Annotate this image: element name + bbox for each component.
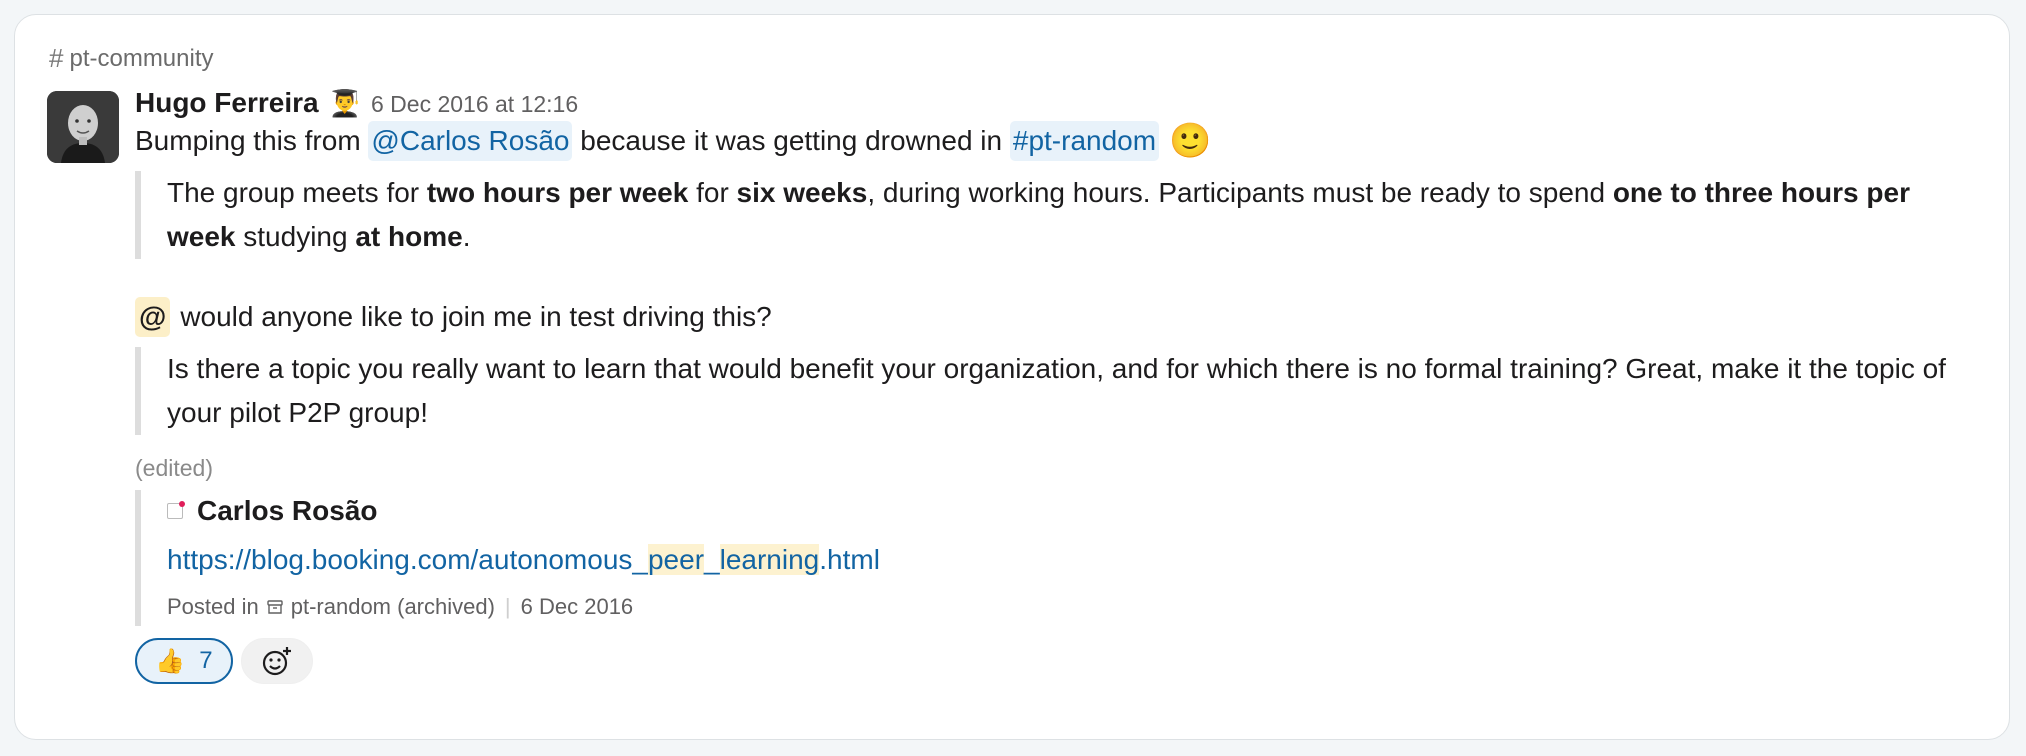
- channel-link[interactable]: #pt-random: [1009, 121, 1160, 161]
- separator: |: [504, 594, 511, 619]
- status-emoji[interactable]: 👨‍🎓: [329, 88, 361, 119]
- smiley-emoji: 🙂: [1169, 122, 1212, 160]
- quote-text: The group meets for: [167, 177, 427, 208]
- edited-label: (edited): [135, 455, 213, 481]
- archive-icon: [267, 600, 283, 614]
- intro-prefix: Bumping this from: [135, 125, 369, 156]
- group-mention[interactable]: @: [135, 297, 171, 337]
- intro-middle: because it was getting drowned in: [572, 125, 1010, 156]
- quote-text: .: [462, 221, 471, 252]
- quote-bold: six weeks: [736, 177, 868, 208]
- attachment-author: Carlos Rosão: [167, 490, 1975, 532]
- channel-name: pt-community: [69, 44, 214, 72]
- message-header: Hugo Ferreira 👨‍🎓 6 Dec 2016 at 12:16: [135, 87, 1975, 123]
- posted-date: 6 Dec 2016: [520, 594, 634, 619]
- add-emoji-icon: [262, 647, 291, 676]
- posted-in-label: Posted in: [167, 594, 259, 619]
- attachment-link[interactable]: https://blog.booking.com/autonomous_peer…: [167, 540, 1975, 580]
- message-intro: Bumping this from @Carlos Rosão because …: [135, 121, 1975, 161]
- link-highlight: peer: [647, 544, 705, 575]
- question-text: would anyone like to join me in test dri…: [180, 301, 772, 332]
- posted-channel[interactable]: pt-random (archived): [291, 594, 495, 620]
- reactions-bar: 👍 7: [135, 638, 1975, 684]
- channel-header[interactable]: # pt-community: [49, 43, 214, 74]
- reaction-count: 7: [199, 647, 213, 674]
- link-text: https://blog.booking.com/autonomous_: [167, 544, 648, 575]
- link-text: _: [704, 544, 720, 575]
- thumbsup-emoji: 👍: [155, 647, 186, 675]
- reaction-thumbsup[interactable]: 👍 7: [135, 638, 233, 684]
- avatar[interactable]: [47, 91, 119, 163]
- add-reaction-button[interactable]: [241, 638, 313, 684]
- timestamp[interactable]: 6 Dec 2016 at 12:16: [371, 91, 578, 118]
- message-question: @ would anyone like to join me in test d…: [135, 297, 1975, 337]
- attachment-author-name: Carlos Rosão: [197, 495, 378, 526]
- link-highlight: learning: [719, 544, 820, 575]
- author-name[interactable]: Hugo Ferreira: [135, 87, 319, 119]
- message-card: # pt-community Hugo Ferreira 👨‍🎓 6 Dec 2…: [14, 14, 2010, 740]
- blockquote-2: Is there a topic you really want to lear…: [135, 347, 1975, 435]
- author-icon: [167, 501, 185, 519]
- message: Hugo Ferreira 👨‍🎓 6 Dec 2016 at 12:16 Bu…: [135, 87, 1975, 684]
- quote-text: for: [688, 177, 737, 208]
- quote-bold: at home: [355, 221, 463, 252]
- quote-bold: two hours per week: [426, 177, 689, 208]
- blockquote-1: The group meets for two hours per week f…: [135, 171, 1975, 259]
- attachment-footer: Posted in pt-random (archived) | 6 Dec 2…: [167, 594, 1975, 620]
- link-text: .html: [819, 544, 880, 575]
- link-attachment: Carlos Rosão https://blog.booking.com/au…: [135, 490, 1975, 626]
- hash-icon: #: [49, 43, 64, 73]
- user-mention[interactable]: @Carlos Rosão: [368, 121, 573, 161]
- quote-text: , during working hours. Participants mus…: [867, 177, 1613, 208]
- quote-text: studying: [235, 221, 356, 252]
- quote-text: Is there a topic you really want to lear…: [167, 353, 1946, 428]
